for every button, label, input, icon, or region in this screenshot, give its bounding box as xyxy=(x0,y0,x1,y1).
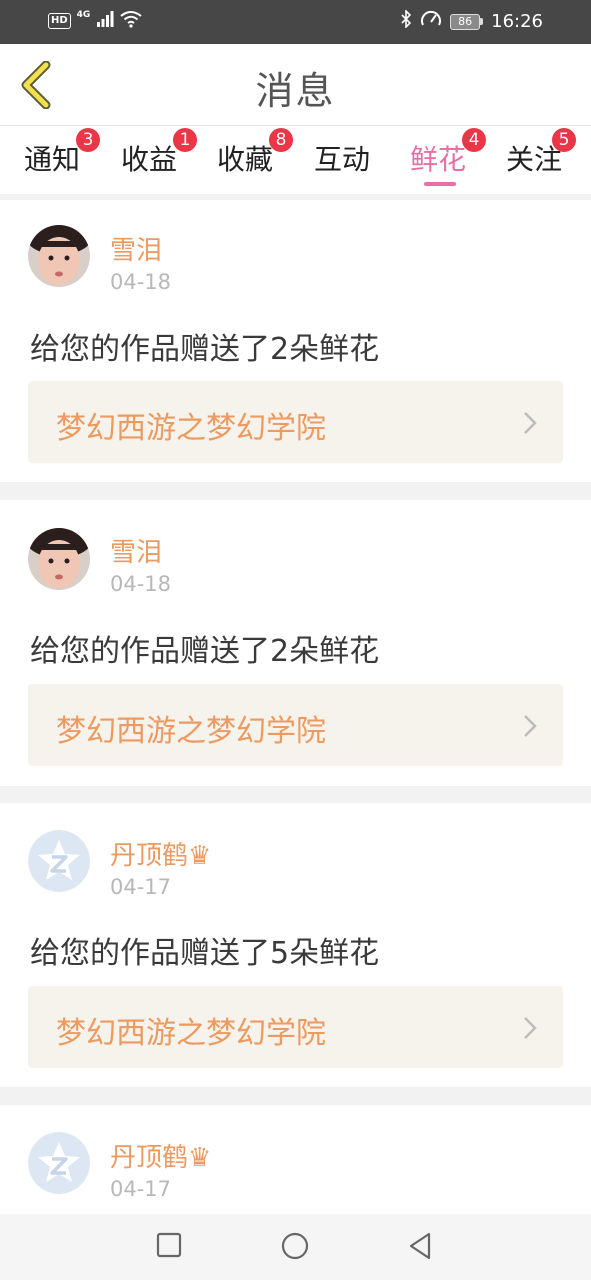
work-link[interactable]: 梦幻西游之梦幻学院 xyxy=(28,381,563,463)
active-tab-indicator xyxy=(424,182,456,186)
unread-badge: 1 xyxy=(173,128,198,152)
status-left: HD 4G xyxy=(48,10,142,32)
tab-favorites[interactable]: 收藏 8 xyxy=(217,128,294,178)
battery-icon: 86 xyxy=(450,13,484,30)
message-date: 04-17 xyxy=(110,875,172,899)
tab-label: 通知 xyxy=(24,143,81,176)
status-right: 86 16:26 xyxy=(400,9,543,33)
sender-name[interactable]: 丹顶鹤♛ xyxy=(110,1137,211,1174)
sender-name[interactable]: 丹顶鹤♛ xyxy=(110,835,211,872)
message-date: 04-18 xyxy=(110,572,172,596)
network-type: 4G xyxy=(76,10,91,20)
message-card: 丹顶鹤♛ 04-17 xyxy=(0,1105,591,1214)
chevron-right-icon xyxy=(524,412,537,434)
back-nav-button[interactable] xyxy=(407,1232,433,1264)
signal-icon xyxy=(96,11,114,31)
circle-icon xyxy=(281,1232,309,1260)
tab-earnings[interactable]: 收益 1 xyxy=(121,128,198,178)
message-card: 雪泪 04-18 给您的作品赠送了2朵鲜花 梦幻西游之梦幻学院 xyxy=(0,200,591,482)
work-link[interactable]: 梦幻西游之梦幻学院 xyxy=(28,986,563,1068)
user-avatar[interactable] xyxy=(28,528,90,590)
sender-name[interactable]: 雪泪 xyxy=(110,532,162,569)
square-icon xyxy=(156,1232,182,1258)
triangle-back-icon xyxy=(409,1232,431,1260)
chevron-right-icon xyxy=(524,1017,537,1039)
message-text: 给您的作品赠送了2朵鲜花 xyxy=(30,634,380,669)
default-avatar-icon[interactable] xyxy=(28,830,90,892)
message-text: 给您的作品赠送了5朵鲜花 xyxy=(30,936,380,971)
status-bar: HD 4G 86 16:26 xyxy=(0,0,591,44)
user-avatar[interactable] xyxy=(28,225,90,287)
tab-label: 收益 xyxy=(121,143,178,176)
app-header: 消息 xyxy=(0,44,591,126)
chevron-right-icon xyxy=(524,715,537,737)
sender-name[interactable]: 雪泪 xyxy=(110,230,162,267)
hd-indicator: HD xyxy=(48,13,71,29)
tab-label: 互动 xyxy=(314,143,371,176)
work-link[interactable]: 梦幻西游之梦幻学院 xyxy=(28,684,563,766)
message-tabs: 通知 3 收益 1 收藏 8 互动 鲜花 4 关注 5 xyxy=(0,126,591,194)
unread-badge: 8 xyxy=(269,128,294,152)
tab-label: 关注 xyxy=(506,143,563,176)
tab-follows[interactable]: 关注 5 xyxy=(506,128,577,178)
recent-apps-button[interactable] xyxy=(156,1232,182,1262)
tab-notifications[interactable]: 通知 3 xyxy=(24,128,101,178)
speedometer-icon xyxy=(420,10,442,33)
work-title: 梦幻西游之梦幻学院 xyxy=(56,411,326,446)
message-text: 给您的作品赠送了2朵鲜花 xyxy=(30,332,380,367)
page-title: 消息 xyxy=(255,69,336,113)
message-date: 04-18 xyxy=(110,270,172,294)
bluetooth-icon xyxy=(400,9,412,33)
work-title: 梦幻西游之梦幻学院 xyxy=(56,714,326,749)
battery-level: 86 xyxy=(450,13,481,30)
message-card: 丹顶鹤♛ 04-17 给您的作品赠送了5朵鲜花 梦幻西游之梦幻学院 xyxy=(0,803,591,1087)
unread-badge: 5 xyxy=(552,128,577,152)
wifi-icon xyxy=(120,10,142,32)
system-nav-bar xyxy=(0,1214,591,1280)
work-title: 梦幻西游之梦幻学院 xyxy=(56,1016,326,1051)
tab-interactions[interactable]: 互动 xyxy=(314,138,370,178)
home-button[interactable] xyxy=(281,1232,309,1264)
unread-badge: 3 xyxy=(76,128,101,152)
unread-badge: 4 xyxy=(462,128,487,152)
message-date: 04-17 xyxy=(110,1177,172,1201)
clock: 16:26 xyxy=(491,11,543,32)
default-avatar-icon[interactable] xyxy=(28,1132,90,1194)
tab-flowers[interactable]: 鲜花 4 xyxy=(410,128,487,178)
message-card: 雪泪 04-18 给您的作品赠送了2朵鲜花 梦幻西游之梦幻学院 xyxy=(0,500,591,786)
tab-label: 鲜花 xyxy=(410,143,467,176)
tab-label: 收藏 xyxy=(217,143,274,176)
